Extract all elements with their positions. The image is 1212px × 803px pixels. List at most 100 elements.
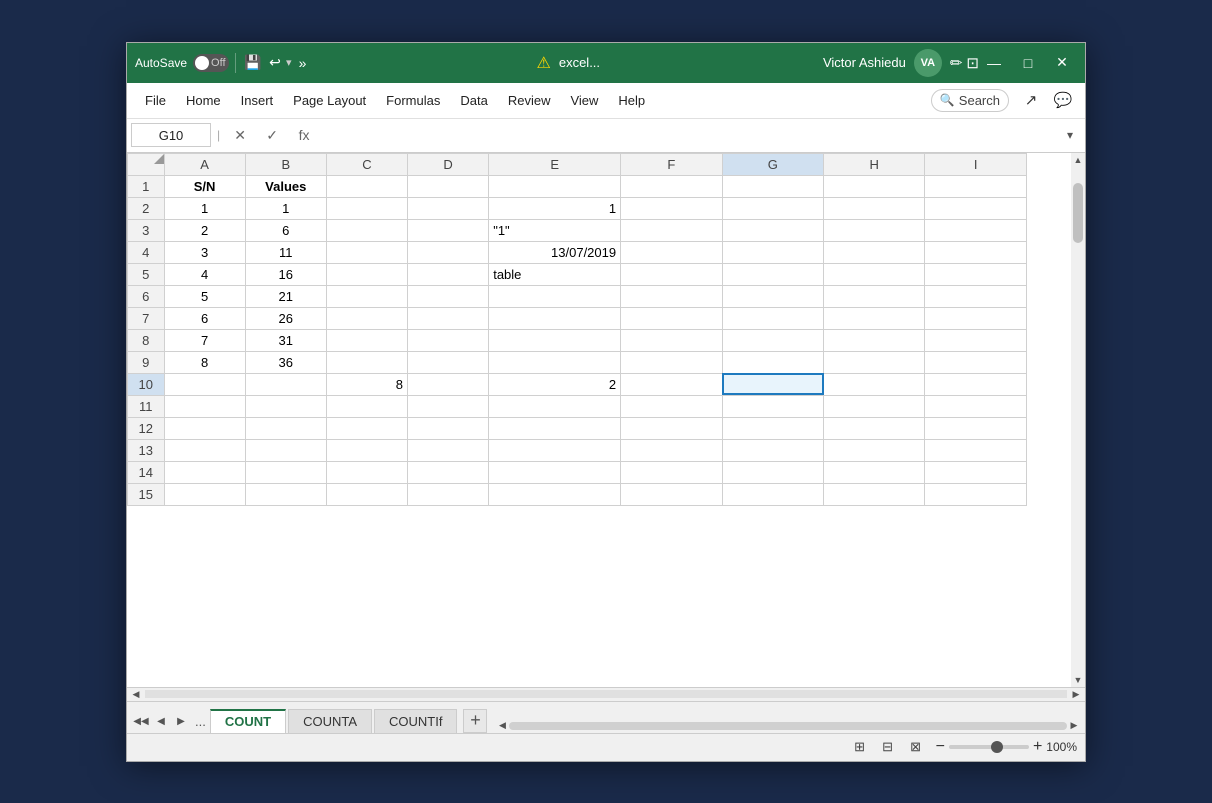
cell-h8[interactable] <box>824 329 925 351</box>
cell-b8[interactable]: 31 <box>245 329 326 351</box>
horizontal-scroll-track[interactable] <box>145 690 1067 698</box>
cell-f14[interactable] <box>621 461 722 483</box>
cell-c11[interactable] <box>326 395 407 417</box>
cell-e2[interactable]: 1 <box>489 197 621 219</box>
row-header-12[interactable]: 12 <box>128 417 165 439</box>
formula-input[interactable] <box>322 121 1055 149</box>
cell-e10[interactable]: 2 <box>489 373 621 395</box>
cell-d10[interactable] <box>408 373 489 395</box>
cell-f7[interactable] <box>621 307 722 329</box>
cell-i3[interactable] <box>925 219 1027 241</box>
cell-g2[interactable] <box>722 197 823 219</box>
cell-e15[interactable] <box>489 483 621 505</box>
col-header-g[interactable]: G <box>722 153 823 175</box>
cell-c4[interactable] <box>326 241 407 263</box>
cell-d7[interactable] <box>408 307 489 329</box>
avatar[interactable]: VA <box>914 49 942 77</box>
cell-c8[interactable] <box>326 329 407 351</box>
cell-e13[interactable] <box>489 439 621 461</box>
row-header-9[interactable]: 9 <box>128 351 165 373</box>
autosave-toggle[interactable]: Off <box>193 54 229 72</box>
cell-d2[interactable] <box>408 197 489 219</box>
cell-b7[interactable]: 26 <box>245 307 326 329</box>
hscroll-left[interactable]: ◀ <box>495 719 509 733</box>
cell-g4[interactable] <box>722 241 823 263</box>
cell-b6[interactable]: 21 <box>245 285 326 307</box>
cell-h12[interactable] <box>824 417 925 439</box>
redo-icon[interactable]: » <box>292 52 314 74</box>
cell-e5[interactable]: table <box>489 263 621 285</box>
cell-d11[interactable] <box>408 395 489 417</box>
cell-f11[interactable] <box>621 395 722 417</box>
cell-b11[interactable] <box>245 395 326 417</box>
cell-g3[interactable] <box>722 219 823 241</box>
cell-i14[interactable] <box>925 461 1027 483</box>
cell-b10[interactable] <box>245 373 326 395</box>
cell-a2[interactable]: 1 <box>164 197 245 219</box>
row-header-14[interactable]: 14 <box>128 461 165 483</box>
cell-a13[interactable] <box>164 439 245 461</box>
cell-f6[interactable] <box>621 285 722 307</box>
cell-h13[interactable] <box>824 439 925 461</box>
scroll-up-arrow[interactable]: ▲ <box>1071 153 1085 167</box>
cell-i5[interactable] <box>925 263 1027 285</box>
cell-i1[interactable] <box>925 175 1027 197</box>
cell-h14[interactable] <box>824 461 925 483</box>
cell-f3[interactable] <box>621 219 722 241</box>
cell-i11[interactable] <box>925 395 1027 417</box>
cell-a7[interactable]: 6 <box>164 307 245 329</box>
col-header-i[interactable]: I <box>925 153 1027 175</box>
row-header-3[interactable]: 3 <box>128 219 165 241</box>
share-icon[interactable]: ↗ <box>1017 86 1045 114</box>
cell-f9[interactable] <box>621 351 722 373</box>
cell-name-box[interactable]: G10 <box>131 123 211 147</box>
scroll-left-button[interactable]: ◀ <box>129 687 143 701</box>
cell-g10[interactable] <box>722 373 823 395</box>
pen-icon[interactable]: ✏ <box>950 54 963 72</box>
cell-f15[interactable] <box>621 483 722 505</box>
cell-d1[interactable] <box>408 175 489 197</box>
formula-confirm-button[interactable]: ✓ <box>258 121 286 149</box>
cell-e1[interactable] <box>489 175 621 197</box>
cell-c14[interactable] <box>326 461 407 483</box>
cell-d8[interactable] <box>408 329 489 351</box>
cell-g13[interactable] <box>722 439 823 461</box>
col-header-e[interactable]: E <box>489 153 621 175</box>
cell-d13[interactable] <box>408 439 489 461</box>
cell-f4[interactable] <box>621 241 722 263</box>
cell-a11[interactable] <box>164 395 245 417</box>
scroll-thumb[interactable] <box>1073 183 1083 243</box>
row-header-5[interactable]: 5 <box>128 263 165 285</box>
cell-c13[interactable] <box>326 439 407 461</box>
cell-i6[interactable] <box>925 285 1027 307</box>
cell-i4[interactable] <box>925 241 1027 263</box>
cell-b9[interactable]: 36 <box>245 351 326 373</box>
cell-d4[interactable] <box>408 241 489 263</box>
cell-h1[interactable] <box>824 175 925 197</box>
comment-icon[interactable]: 💬 <box>1049 86 1077 114</box>
cell-d3[interactable] <box>408 219 489 241</box>
cell-g15[interactable] <box>722 483 823 505</box>
sheet-tab-count[interactable]: COUNT <box>210 709 286 733</box>
maximize-button[interactable]: □ <box>1013 48 1043 78</box>
row-header-7[interactable]: 7 <box>128 307 165 329</box>
cell-d5[interactable] <box>408 263 489 285</box>
cell-e8[interactable] <box>489 329 621 351</box>
cell-e6[interactable] <box>489 285 621 307</box>
cell-e11[interactable] <box>489 395 621 417</box>
cell-b4[interactable]: 11 <box>245 241 326 263</box>
save-icon[interactable]: 💾 <box>242 52 264 74</box>
menu-file[interactable]: File <box>135 89 176 112</box>
cell-h7[interactable] <box>824 307 925 329</box>
row-header-10[interactable]: 10 <box>128 373 165 395</box>
row-header-4[interactable]: 4 <box>128 241 165 263</box>
cell-d6[interactable] <box>408 285 489 307</box>
minimize-button[interactable]: — <box>979 48 1009 78</box>
cell-c1[interactable] <box>326 175 407 197</box>
cell-f10[interactable] <box>621 373 722 395</box>
zoom-out-button[interactable]: − <box>936 738 945 756</box>
cell-b5[interactable]: 16 <box>245 263 326 285</box>
formula-bar-expand[interactable]: ▾ <box>1059 124 1081 146</box>
menu-insert[interactable]: Insert <box>231 89 284 112</box>
cell-a4[interactable]: 3 <box>164 241 245 263</box>
